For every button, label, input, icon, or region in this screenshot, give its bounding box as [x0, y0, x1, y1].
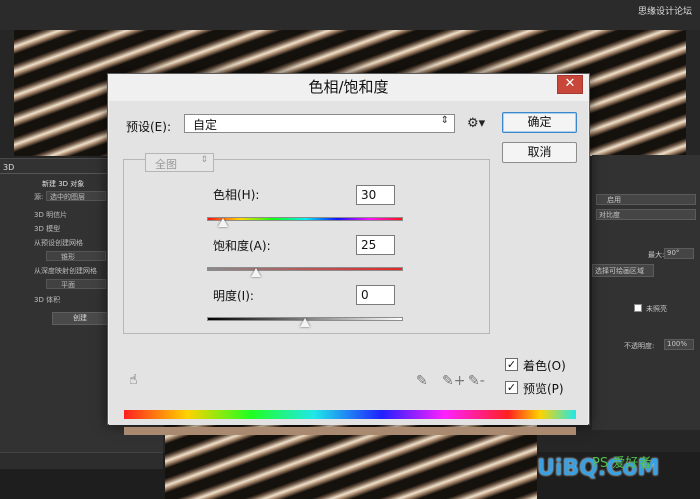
hue-slider-track[interactable]: [207, 217, 403, 221]
saturation-slider-thumb[interactable]: [251, 268, 261, 277]
depth-map-select[interactable]: 平面: [46, 279, 106, 289]
hue-label: 色相(H):: [213, 188, 260, 202]
colorize-checkbox[interactable]: ✓: [505, 358, 518, 371]
channel-select[interactable]: 全图 ⇕: [145, 153, 214, 172]
create-button[interactable]: 创建: [52, 312, 108, 325]
option-mesh-preset[interactable]: 从预设创建网格: [34, 238, 83, 248]
option-model[interactable]: 3D 模型: [34, 224, 60, 234]
adjustment-group: [123, 159, 490, 334]
output-color-bar: [124, 427, 576, 435]
properties-panel: 启用 对比度 最大: 90° 选择可绘画区域 未照亮 不透明度: 100%: [592, 155, 700, 430]
input-spectrum-bar: [124, 410, 576, 419]
hue-slider-thumb[interactable]: [217, 218, 228, 227]
watermark-top: 思缘设计论坛: [637, 7, 692, 17]
preview-label[interactable]: 预览(P): [523, 380, 564, 397]
colorize-label[interactable]: 着色(O): [523, 357, 566, 374]
saturation-label: 饱和度(A):: [213, 239, 271, 253]
ok-button[interactable]: 确定: [502, 112, 577, 133]
preset-value: 自定: [193, 118, 218, 132]
source-label: 源:: [34, 193, 44, 201]
preset-select[interactable]: 自定 ⇕: [184, 114, 455, 133]
right-select-1[interactable]: 启用: [596, 194, 696, 205]
saturation-input[interactable]: 25: [356, 235, 395, 255]
3d-panel-footer: [0, 452, 163, 469]
gear-icon[interactable]: ⚙▾: [467, 116, 485, 131]
max-field[interactable]: 90°: [664, 248, 694, 259]
option-postcard[interactable]: 3D 明信片: [34, 210, 67, 220]
panel-tab-3d[interactable]: 3D: [3, 163, 14, 172]
mesh-preset-select[interactable]: 锥形: [46, 251, 106, 261]
dialog-body: 预设(E): 自定 ⇕ ⚙▾ 确定 取消 全图 ⇕ 色相(H): 30 饱和度(…: [109, 101, 588, 435]
dialog-titlebar[interactable]: 色相/饱和度 ✕: [108, 74, 589, 101]
select-paintable-area-button[interactable]: 选择可绘画区域: [592, 264, 654, 277]
watermark-small: PS 爱好者: [592, 456, 652, 471]
dialog-title: 色相/饱和度: [308, 78, 389, 96]
option-volume[interactable]: 3D 体积: [34, 295, 60, 305]
lightness-input[interactable]: 0: [356, 285, 395, 305]
opacity-label: 不透明度:: [624, 342, 655, 350]
saturation-slider-track[interactable]: [207, 267, 403, 271]
close-button[interactable]: ✕: [557, 75, 583, 94]
hue-input[interactable]: 30: [356, 185, 395, 205]
eyedropper-icon[interactable]: ✎: [416, 373, 428, 389]
updown-arrow-icon: ⇕: [200, 155, 208, 165]
eyedropper-subtract-icon[interactable]: ✎-: [468, 373, 485, 389]
right-select-2[interactable]: 对比度: [596, 209, 696, 220]
unlit-checkbox[interactable]: [634, 304, 642, 312]
preset-label: 预设(E):: [126, 120, 171, 134]
lightness-label: 明度(I):: [213, 289, 254, 303]
lightness-slider-thumb[interactable]: [300, 318, 310, 327]
preview-checkbox[interactable]: ✓: [505, 381, 518, 394]
targeted-adjustment-hand-icon[interactable]: ☝: [129, 372, 138, 388]
cancel-button[interactable]: 取消: [502, 142, 577, 163]
max-label: 最大:: [648, 251, 665, 259]
panel-header: 新建 3D 对象: [42, 180, 85, 188]
channel-value: 全图: [155, 158, 177, 171]
eyedropper-add-icon[interactable]: ✎+: [442, 373, 465, 389]
option-depth-map[interactable]: 从深度映射创建网格: [34, 266, 97, 276]
app-topbar: [0, 0, 700, 30]
unlit-label: 未照亮: [646, 305, 667, 313]
hue-saturation-dialog: 色相/饱和度 ✕ 预设(E): 自定 ⇕ ⚙▾ 确定 取消 全图 ⇕ 色相(H)…: [107, 73, 590, 435]
source-select[interactable]: 选中的图层: [46, 191, 106, 201]
opacity-field[interactable]: 100%: [664, 339, 694, 350]
updown-arrow-icon: ⇕: [440, 115, 449, 126]
